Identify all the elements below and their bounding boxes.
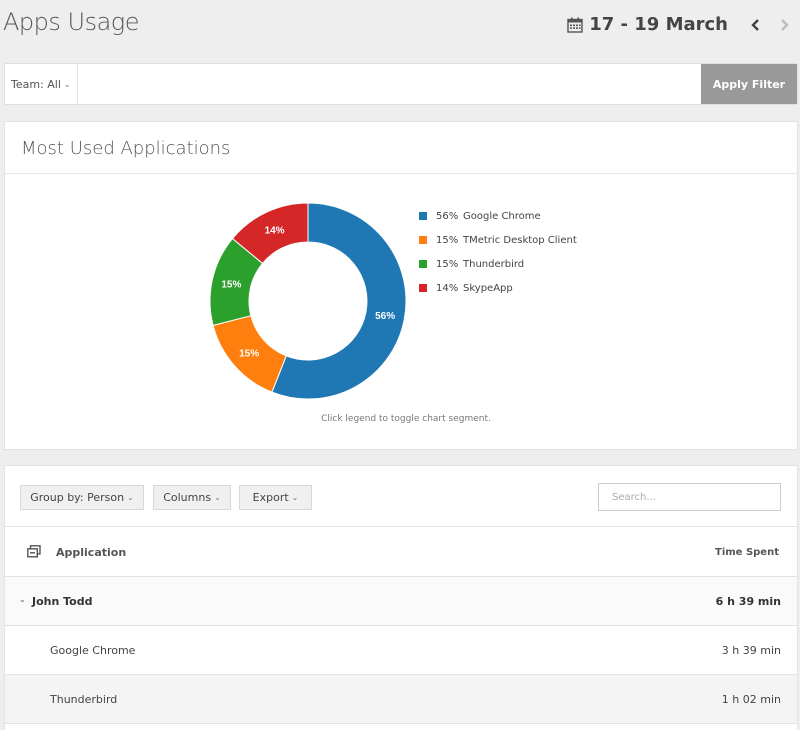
legend-item-thunderbird[interactable]: 15% Thunderbird	[419, 252, 577, 276]
apps-table-card: Group by: Person ⌄ Columns ⌄ Export ⌄ Ap…	[4, 465, 798, 730]
legend-swatch	[419, 212, 427, 220]
group-by-label: Group by: Person	[30, 491, 125, 504]
legend-percent: 56%	[436, 210, 459, 222]
filter-bar: Team: All ⌄ Apply Filter	[4, 63, 798, 105]
legend-percent: 14%	[436, 282, 459, 294]
row-time: 3 h 39 min	[721, 644, 781, 657]
chevron-right-icon	[781, 18, 789, 31]
donut-slice-label: 15%	[221, 279, 241, 290]
legend-swatch	[419, 284, 427, 292]
group-by-button[interactable]: Group by: Person ⌄	[20, 485, 144, 510]
donut-chart: 56% 15% 15% 14%	[209, 202, 407, 400]
legend-label: TMetric Desktop Client	[463, 234, 577, 246]
chart-hint: Click legend to toggle chart segment.	[321, 414, 491, 424]
team-filter-label: Team: All	[11, 77, 61, 91]
legend-swatch	[419, 236, 427, 244]
card-title: Most Used Applications	[5, 122, 797, 174]
chevron-down-icon[interactable]: ⌄	[19, 595, 26, 604]
row-time: 1 h 02 min	[721, 693, 781, 706]
donut-slice-label: 14%	[265, 225, 285, 236]
team-filter-select[interactable]: Team: All ⌄	[5, 64, 78, 104]
legend-percent: 15%	[436, 258, 459, 270]
legend-percent: 15%	[436, 234, 459, 246]
row-app-name: Thunderbird	[50, 693, 118, 706]
export-label: Export	[252, 491, 289, 504]
donut-slice-label: 15%	[239, 348, 259, 359]
next-period-button[interactable]	[778, 18, 792, 32]
legend-label: Thunderbird	[463, 258, 525, 270]
chevron-left-icon	[751, 18, 759, 31]
chevron-down-icon: ⌄	[127, 493, 134, 502]
column-header-time-spent[interactable]: Time Spent	[715, 547, 779, 558]
columns-button[interactable]: Columns ⌄	[153, 485, 231, 510]
column-header-application[interactable]: Application	[56, 546, 126, 559]
legend-swatch	[419, 260, 427, 268]
group-time: 6 h 39 min	[715, 595, 781, 608]
most-used-apps-card: Most Used Applications 56% 15% 15% 14% 56% G…	[4, 121, 798, 450]
chevron-down-icon: ⌄	[214, 493, 221, 502]
table-row[interactable]: Google Chrome 3 h 39 min	[5, 626, 797, 675]
chevron-down-icon: ⌄	[291, 493, 299, 502]
legend-label: Google Chrome	[463, 210, 541, 222]
collapse-all-icon[interactable]	[27, 545, 41, 558]
table-row[interactable]: Thunderbird 1 h 02 min	[5, 675, 797, 724]
filter-area[interactable]	[78, 64, 701, 104]
group-name: John Todd	[32, 595, 93, 608]
export-button[interactable]: Export ⌄	[239, 485, 312, 510]
page-title: Apps Usage	[3, 8, 139, 36]
group-row[interactable]: ⌄ John Todd 6 h 39 min	[5, 577, 797, 626]
apply-filter-button[interactable]: Apply Filter	[701, 64, 797, 104]
chart-legend: 56% Google Chrome 15% TMetric Desktop Clien…	[419, 204, 577, 300]
row-app-name: Google Chrome	[50, 644, 136, 657]
legend-item-tmetric-desktop-client[interactable]: 15% TMetric Desktop Client	[419, 228, 577, 252]
table-toolbar: Group by: Person ⌄ Columns ⌄ Export ⌄	[5, 466, 797, 527]
date-navigator: 17 - 19 March	[567, 14, 792, 35]
date-range-label[interactable]: 17 - 19 March	[589, 14, 728, 35]
columns-label: Columns	[163, 491, 212, 504]
search-input[interactable]	[598, 483, 781, 511]
legend-item-google-chrome[interactable]: 56% Google Chrome	[419, 204, 577, 228]
calendar-icon[interactable]	[567, 17, 583, 33]
legend-item-skypeapp[interactable]: 14% SkypeApp	[419, 276, 577, 300]
donut-slice-label: 56%	[375, 311, 395, 322]
chevron-down-icon: ⌄	[63, 79, 71, 89]
legend-label: SkypeApp	[463, 282, 513, 294]
table-header: Application Time Spent	[5, 527, 797, 577]
prev-period-button[interactable]	[748, 18, 762, 32]
